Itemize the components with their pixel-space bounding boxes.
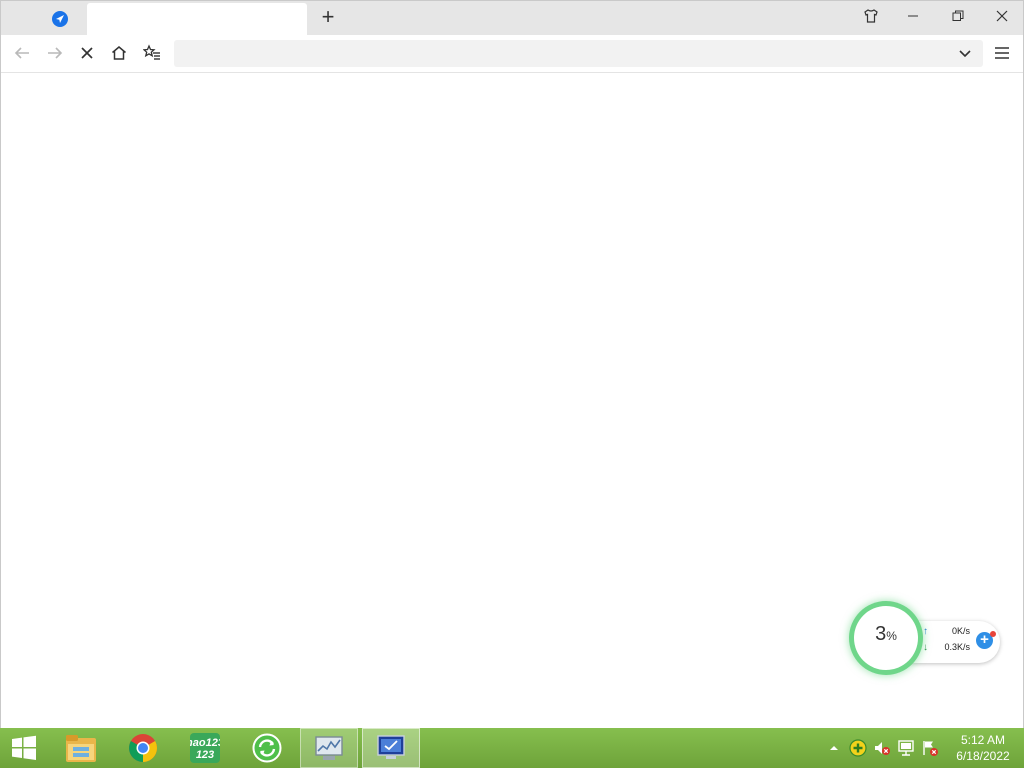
tray-network[interactable] bbox=[896, 738, 916, 758]
speaker-muted-icon bbox=[875, 742, 890, 755]
show-hidden-icons-button[interactable] bbox=[824, 738, 844, 758]
star-list-icon bbox=[143, 44, 160, 60]
taskbar-hao123[interactable]: hao123 123 bbox=[176, 728, 234, 768]
taskbar-chrome[interactable] bbox=[114, 728, 172, 768]
tab-strip: + bbox=[1, 1, 1023, 35]
plus-shield-icon bbox=[849, 739, 867, 757]
stop-icon bbox=[81, 47, 93, 59]
screen-icon bbox=[377, 735, 405, 759]
shirt-icon bbox=[864, 9, 878, 23]
tab-inactive[interactable] bbox=[1, 3, 87, 35]
taskbar-file-explorer[interactable] bbox=[52, 728, 110, 768]
close-icon bbox=[996, 10, 1008, 22]
stop-button[interactable] bbox=[74, 41, 100, 65]
restore-icon bbox=[952, 10, 964, 21]
favorites-button[interactable] bbox=[139, 41, 165, 65]
back-button[interactable] bbox=[9, 41, 35, 65]
address-dropdown-button[interactable] bbox=[952, 41, 978, 65]
skin-button[interactable] bbox=[849, 1, 893, 31]
address-bar[interactable] bbox=[174, 40, 983, 67]
arrow-left-icon bbox=[14, 47, 29, 59]
close-button[interactable] bbox=[980, 1, 1024, 31]
tab-active[interactable] bbox=[87, 3, 307, 35]
chrome-icon bbox=[129, 734, 157, 762]
hao123-icon: hao123 123 bbox=[190, 733, 220, 763]
usage-percent: 3% bbox=[875, 623, 897, 645]
download-speed: 0.3K/s bbox=[944, 642, 970, 652]
chevron-down-icon bbox=[959, 50, 971, 58]
chevron-up-icon bbox=[830, 746, 838, 750]
clock-date: 6/18/2022 bbox=[956, 749, 1010, 763]
hamburger-menu-icon bbox=[995, 47, 1009, 59]
home-button[interactable] bbox=[106, 41, 132, 65]
taskbar-resource-monitor[interactable] bbox=[300, 728, 358, 768]
sync-icon bbox=[252, 733, 282, 763]
windows-logo-icon bbox=[12, 735, 36, 760]
svg-text:123: 123 bbox=[196, 749, 214, 761]
new-tab-button[interactable]: + bbox=[317, 6, 339, 28]
taskbar-screen-app[interactable] bbox=[362, 728, 420, 768]
restore-button[interactable] bbox=[936, 1, 980, 31]
taskbar-sync-app[interactable] bbox=[238, 728, 296, 768]
menu-button[interactable] bbox=[989, 41, 1015, 65]
network-icon bbox=[898, 740, 914, 756]
minimize-icon bbox=[908, 15, 918, 17]
arrow-right-icon bbox=[48, 47, 63, 59]
tray-action-center[interactable] bbox=[920, 738, 940, 758]
tray-security-app[interactable] bbox=[848, 738, 868, 758]
usage-ring[interactable]: 3% bbox=[854, 606, 918, 670]
svg-text:hao123: hao123 bbox=[190, 737, 220, 749]
home-icon bbox=[112, 46, 126, 60]
taskbar: hao123 123 bbox=[0, 728, 1024, 768]
minimize-button[interactable] bbox=[891, 1, 935, 31]
start-button[interactable] bbox=[0, 728, 48, 768]
taskbar-clock[interactable]: 5:12 AM 6/18/2022 bbox=[944, 732, 1022, 764]
tray-volume-muted[interactable] bbox=[872, 738, 892, 758]
network-monitor-widget[interactable]: 3% ↑ 0K/s ↓ 0.3K/s + bbox=[854, 606, 1004, 676]
compass-icon bbox=[52, 11, 68, 27]
monitor-chart-icon bbox=[315, 736, 343, 760]
upload-speed: 0K/s bbox=[951, 626, 970, 636]
navigation-toolbar bbox=[1, 35, 1023, 73]
clock-time: 5:12 AM bbox=[960, 733, 1006, 747]
forward-button[interactable] bbox=[42, 41, 68, 65]
flag-alert-icon bbox=[923, 741, 938, 756]
notification-dot bbox=[990, 631, 996, 637]
folder-icon bbox=[66, 735, 96, 762]
